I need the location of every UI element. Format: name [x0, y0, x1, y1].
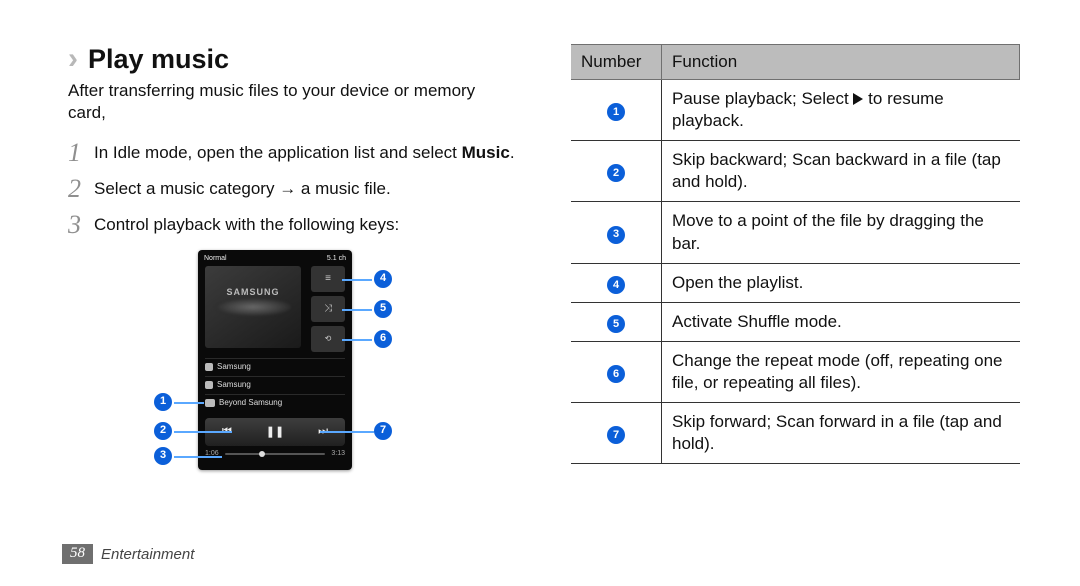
time-total: 3:13 — [331, 450, 345, 457]
section-heading: › Play music — [68, 44, 517, 74]
playlist-icon: ≡ — [311, 266, 345, 292]
album-row: Samsung — [205, 376, 345, 393]
function-table: Number Function 1 Pause playback; Select… — [571, 44, 1020, 464]
step-number: 1 — [68, 140, 94, 166]
callout-bubble: 6 — [374, 330, 392, 348]
leader-line — [174, 431, 232, 433]
play-icon — [853, 93, 863, 105]
row-number-bubble: 5 — [607, 315, 625, 333]
leader-line — [342, 339, 372, 341]
page-footer: 58 Entertainment — [62, 544, 194, 564]
artist-row: Samsung — [205, 358, 345, 375]
track-row: Beyond Samsung — [205, 394, 345, 411]
leader-line — [174, 456, 222, 458]
manual-page: › Play music After transferring music fi… — [0, 0, 1080, 586]
row-number-bubble: 3 — [607, 226, 625, 244]
leader-line — [342, 309, 372, 311]
row-function: Activate Shuffle mode. — [662, 302, 1020, 341]
seek-track — [225, 453, 325, 455]
row-function: Skip backward; Scan backward in a file (… — [662, 141, 1020, 202]
table-row: 3 Move to a point of the file by draggin… — [571, 202, 1020, 263]
table-row: 4 Open the playlist. — [571, 263, 1020, 302]
step-text: In Idle mode, open the application list … — [94, 142, 515, 165]
leader-line — [320, 431, 374, 433]
seek-bar: 1:06 3:13 — [205, 450, 345, 457]
callout-bubble: 5 — [374, 300, 392, 318]
row-number-bubble: 1 — [607, 103, 625, 121]
step-number: 2 — [68, 176, 94, 202]
step-item: 3 Control playback with the following ke… — [68, 214, 517, 238]
row-function: Open the playlist. — [662, 263, 1020, 302]
step-item: 1 In Idle mode, open the application lis… — [68, 142, 517, 166]
music-player-figure: Normal 5.1 ch SAMSUNG ≡ ⤨ ⟲ Samsung Sams… — [152, 250, 402, 490]
shuffle-icon: ⤨ — [311, 296, 345, 322]
samsung-logo: SAMSUNG — [226, 287, 279, 297]
chevron-right-icon: › — [68, 44, 78, 74]
page-number: 58 — [62, 544, 93, 564]
note-icon — [205, 399, 215, 407]
step-number: 3 — [68, 212, 94, 238]
step-list: 1 In Idle mode, open the application lis… — [68, 142, 517, 238]
status-mode: Normal — [204, 255, 227, 262]
row-number-bubble: 4 — [607, 276, 625, 294]
pause-icon: ❚❚ — [266, 425, 284, 438]
table-row: 7 Skip forward; Scan forward in a file (… — [571, 403, 1020, 464]
leader-line — [342, 279, 372, 281]
status-channel: 5.1 ch — [327, 255, 346, 262]
callout-bubble: 4 — [374, 270, 392, 288]
repeat-icon: ⟲ — [311, 326, 345, 352]
table-row: 1 Pause playback; Select to resume playb… — [571, 80, 1020, 141]
col-number-header: Number — [571, 45, 662, 80]
row-function: Pause playback; Select to resume playbac… — [662, 80, 1020, 141]
left-column: › Play music After transferring music fi… — [68, 44, 517, 490]
intro-text: After transferring music files to your d… — [68, 80, 517, 124]
step-text: Control playback with the following keys… — [94, 214, 399, 237]
person-icon — [205, 363, 213, 371]
phone-mock: Normal 5.1 ch SAMSUNG ≡ ⤨ ⟲ Samsung Sams… — [198, 250, 352, 470]
disc-icon — [205, 381, 213, 389]
col-function-header: Function — [662, 45, 1020, 80]
right-column: Number Function 1 Pause playback; Select… — [571, 44, 1020, 490]
row-number-bubble: 6 — [607, 365, 625, 383]
row-number-bubble: 7 — [607, 426, 625, 444]
callout-bubble: 7 — [374, 422, 392, 440]
album-art: SAMSUNG — [205, 266, 301, 348]
callout-bubble: 1 — [154, 393, 172, 411]
table-row: 6 Change the repeat mode (off, repeating… — [571, 341, 1020, 402]
callout-bubble: 2 — [154, 422, 172, 440]
section-name: Entertainment — [101, 546, 194, 563]
table-row: 2 Skip backward; Scan backward in a file… — [571, 141, 1020, 202]
row-function: Change the repeat mode (off, repeating o… — [662, 341, 1020, 402]
row-function: Skip forward; Scan forward in a file (ta… — [662, 403, 1020, 464]
leader-line — [174, 402, 204, 404]
callout-bubble: 3 — [154, 447, 172, 465]
heading-text: Play music — [88, 46, 229, 73]
row-number-bubble: 2 — [607, 164, 625, 182]
table-row: 5 Activate Shuffle mode. — [571, 302, 1020, 341]
step-item: 2 Select a music category → a music file… — [68, 178, 517, 202]
step-text: Select a music category → a music file. — [94, 178, 391, 201]
row-function: Move to a point of the file by dragging … — [662, 202, 1020, 263]
